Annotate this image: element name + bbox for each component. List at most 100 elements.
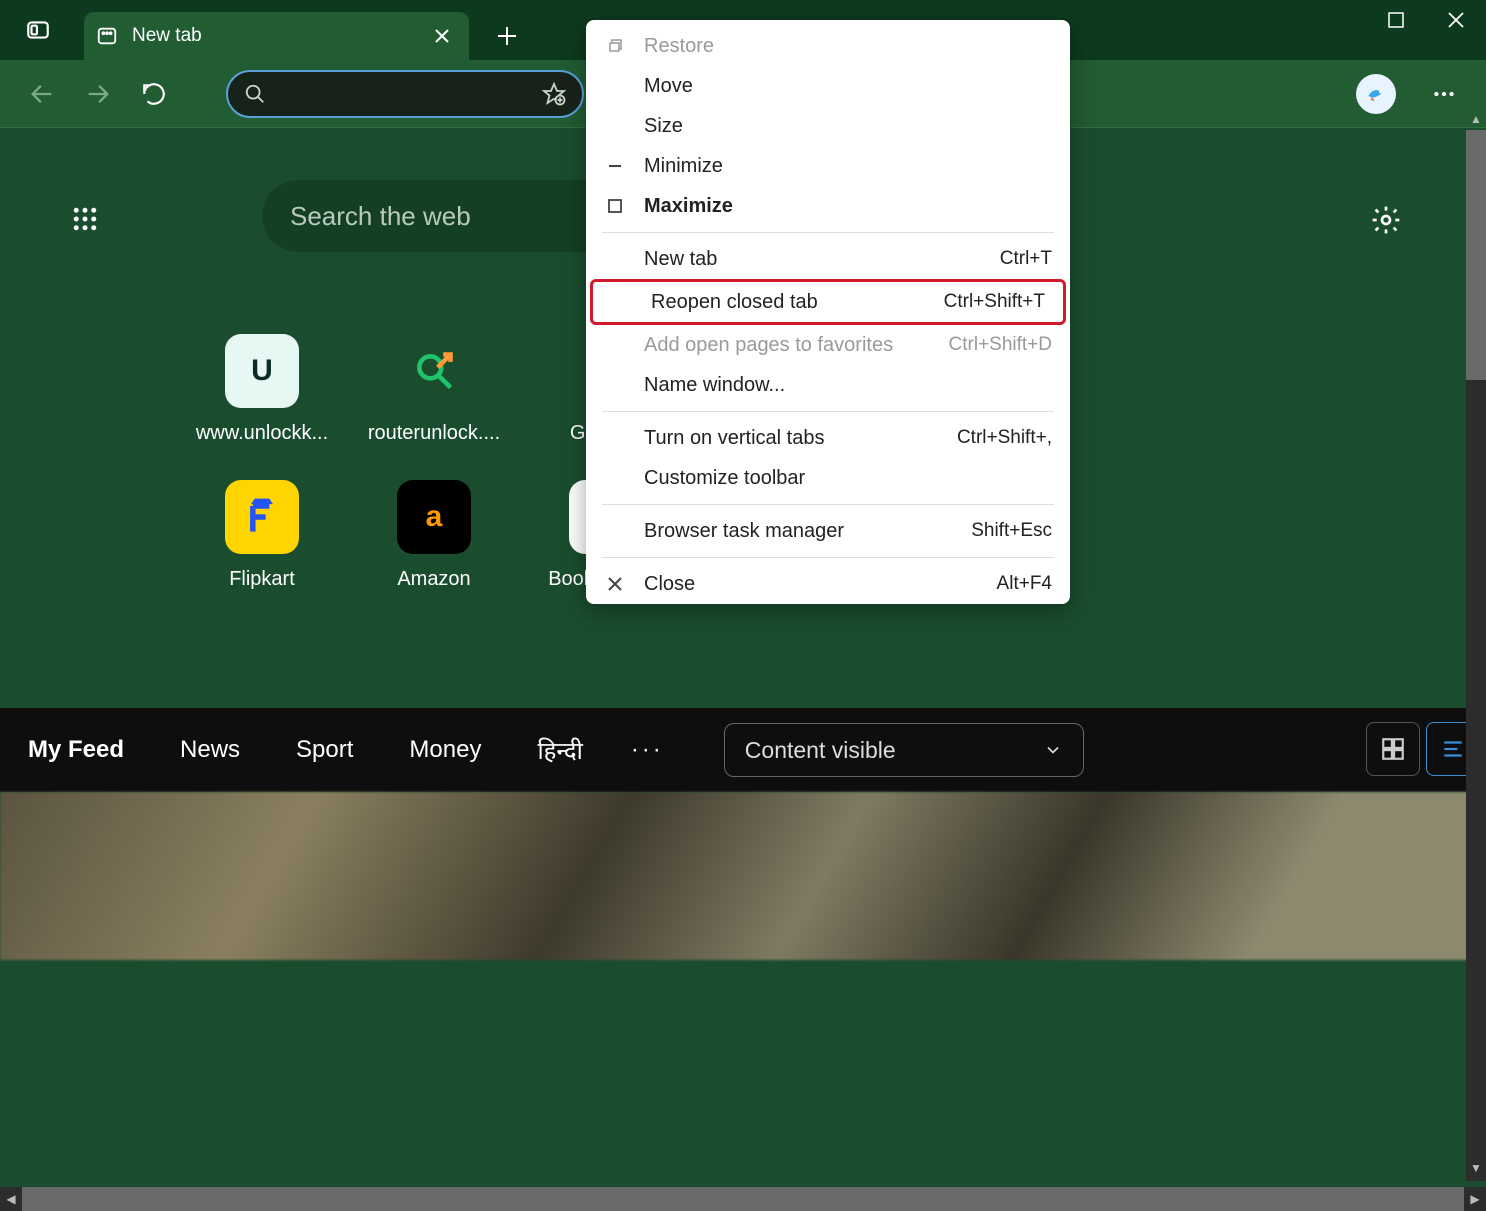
site-tile-icon: U	[225, 334, 299, 408]
maximize-icon	[604, 198, 626, 214]
context-menu-shortcut: Ctrl+Shift+D	[949, 334, 1052, 356]
context-menu-label: Restore	[644, 35, 1034, 58]
window-close-button[interactable]	[1426, 0, 1486, 40]
address-input[interactable]	[266, 72, 542, 116]
context-menu-item: Restore	[586, 26, 1070, 66]
window-context-menu: Restore Move Size Minimize Maximize New tab Ct…	[586, 20, 1070, 604]
profile-avatar-icon	[1361, 79, 1391, 109]
context-menu-separator	[602, 411, 1054, 412]
workspaces-button[interactable]	[16, 10, 60, 50]
context-menu-shortcut: Ctrl+T	[1000, 248, 1052, 270]
close-icon	[1447, 11, 1465, 29]
scroll-up-button[interactable]: ▲	[1466, 112, 1486, 130]
new-tab-button[interactable]	[485, 14, 529, 58]
horizontal-scrollbar[interactable]: ◀ ▶	[0, 1187, 1486, 1211]
maximize-icon	[1388, 12, 1404, 28]
vertical-scrollbar[interactable]	[1466, 130, 1486, 1181]
feed-tab-sport[interactable]: Sport	[268, 736, 381, 764]
context-menu-label: Add open pages to favorites	[644, 334, 931, 357]
horizontal-scroll-thumb[interactable]	[22, 1187, 1464, 1211]
more-icon	[1431, 81, 1457, 107]
context-menu-separator	[602, 232, 1054, 233]
feed-tab-hindi[interactable]: हिन्दी	[509, 734, 610, 767]
context-menu-item[interactable]: Name window...	[586, 365, 1070, 405]
context-menu-label: New tab	[644, 248, 982, 271]
context-menu-label: Move	[644, 75, 1034, 98]
context-menu-label: Size	[644, 115, 1034, 138]
window-maximize-button[interactable]	[1366, 0, 1426, 40]
grid-icon	[1380, 736, 1406, 762]
context-menu-separator	[602, 504, 1054, 505]
site-tile[interactable]: Flipkart	[176, 480, 348, 626]
scroll-down-button[interactable]: ▼	[1466, 1161, 1486, 1179]
app-launcher-button[interactable]	[70, 204, 100, 239]
context-menu-shortcut: Ctrl+Shift+T	[944, 291, 1045, 313]
site-tile-label: www.unlockk...	[196, 422, 328, 445]
context-menu-highlighted: Reopen closed tab Ctrl+Shift+T	[590, 279, 1066, 325]
add-favorite-icon[interactable]	[542, 82, 566, 106]
context-menu-item[interactable]: Size	[586, 106, 1070, 146]
tab-active[interactable]: New tab	[84, 12, 469, 60]
close-icon	[604, 576, 626, 592]
refresh-button[interactable]	[130, 70, 178, 118]
context-menu-item[interactable]: Move	[586, 66, 1070, 106]
context-menu-label: Name window...	[644, 374, 1034, 397]
address-bar[interactable]	[226, 70, 584, 118]
context-menu-label: Maximize	[644, 195, 1034, 218]
gear-icon	[1370, 204, 1402, 236]
forward-button[interactable]	[74, 70, 122, 118]
context-menu-item[interactable]: New tab Ctrl+T	[586, 239, 1070, 279]
ntp-search-placeholder: Search the web	[290, 201, 471, 232]
scroll-right-button[interactable]: ▶	[1464, 1192, 1486, 1206]
feed-hero-image	[0, 792, 1486, 960]
context-menu-item: Add open pages to favorites Ctrl+Shift+D	[586, 325, 1070, 365]
profile-button[interactable]	[1356, 74, 1396, 114]
feed-more-button[interactable]: ···	[611, 736, 684, 764]
window-controls	[1366, 0, 1486, 40]
feed-tab-money[interactable]: Money	[381, 736, 509, 764]
context-menu-label: Close	[644, 573, 979, 596]
feed-tab-myfeed[interactable]: My Feed	[0, 736, 152, 764]
scroll-left-button[interactable]: ◀	[0, 1192, 22, 1206]
tab-title: New tab	[132, 25, 202, 47]
context-menu-shortcut: Ctrl+Shift+,	[957, 427, 1052, 449]
context-menu-item[interactable]: Close Alt+F4	[586, 564, 1070, 604]
context-menu-label: Browser task manager	[644, 520, 953, 543]
site-tile-icon	[225, 480, 299, 554]
feed-tab-news[interactable]: News	[152, 736, 268, 764]
arrow-left-icon	[28, 80, 56, 108]
site-tile[interactable]: aAmazon	[348, 480, 520, 626]
context-menu-item[interactable]: Customize toolbar	[586, 458, 1070, 498]
minimize-icon	[604, 158, 626, 174]
context-menu-shortcut: Alt+F4	[997, 573, 1052, 595]
back-button[interactable]	[18, 70, 66, 118]
context-menu-label: Customize toolbar	[644, 467, 1034, 490]
content-visibility-dropdown[interactable]: Content visible	[724, 723, 1084, 777]
context-menu-label: Minimize	[644, 155, 1034, 178]
vertical-scroll-thumb[interactable]	[1466, 130, 1486, 380]
site-tile[interactable]: routerunlock....	[348, 334, 520, 480]
context-menu-item[interactable]: Browser task managerShift+Esc	[586, 511, 1070, 551]
content-visibility-label: Content visible	[745, 737, 896, 764]
refresh-icon	[141, 81, 167, 107]
close-icon	[434, 28, 450, 44]
site-tile-icon	[397, 334, 471, 408]
context-menu-item[interactable]: Minimize	[586, 146, 1070, 186]
restore-icon	[604, 38, 626, 54]
layout-grid-button[interactable]	[1366, 722, 1420, 776]
tab-close-button[interactable]	[427, 21, 457, 51]
tab-icon	[96, 25, 118, 47]
page-settings-button[interactable]	[1370, 204, 1402, 241]
plus-icon	[496, 25, 518, 47]
feed-bar: My Feed News Sport Money हिन्दी ··· Cont…	[0, 708, 1486, 792]
site-tile[interactable]: Uwww.unlockk...	[176, 334, 348, 480]
site-tile-icon: a	[397, 480, 471, 554]
context-menu-label: Turn on vertical tabs	[644, 427, 939, 450]
context-menu-item[interactable]: Maximize	[586, 186, 1070, 226]
context-menu-item[interactable]: Reopen closed tab Ctrl+Shift+T	[593, 282, 1063, 322]
settings-menu-button[interactable]	[1420, 70, 1468, 118]
context-menu-item[interactable]: Turn on vertical tabs Ctrl+Shift+,	[586, 418, 1070, 458]
apps-icon	[70, 204, 100, 234]
context-menu-label: Reopen closed tab	[651, 291, 926, 314]
site-tile-label: routerunlock....	[368, 422, 500, 445]
